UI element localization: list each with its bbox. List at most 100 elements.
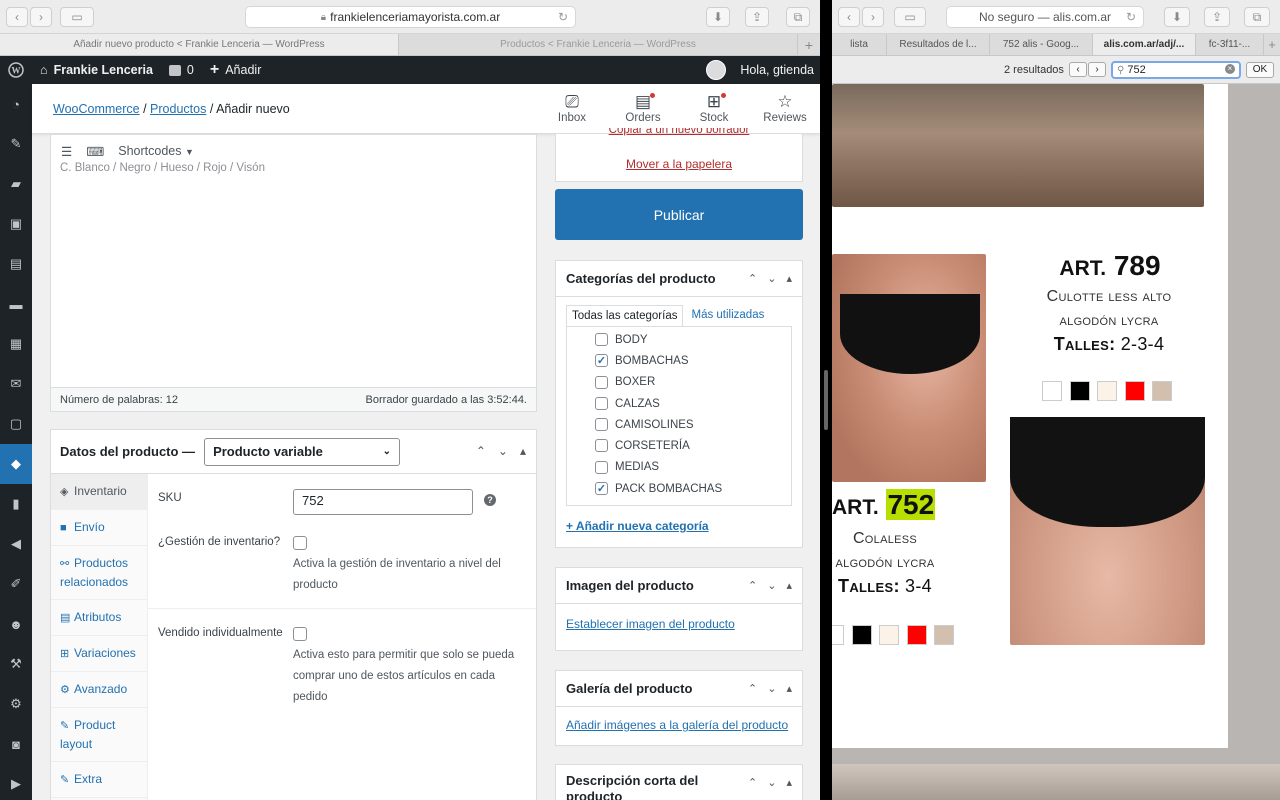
editor-content[interactable]: C. Blanco / Negro / Hueso / Rojo / Visón — [60, 162, 265, 174]
publish-button[interactable]: Publicar — [555, 189, 803, 240]
camera-icon[interactable]: ◙ — [0, 724, 32, 764]
pin-icon[interactable]: ✎ — [0, 124, 32, 164]
breadcrumb-productos[interactable]: Productos — [150, 102, 206, 116]
move-down-icon[interactable]: ⌄ — [498, 444, 508, 458]
tab-add-product[interactable]: Añadir nuevo producto < Frankie Lenceria… — [0, 34, 399, 55]
mail-icon[interactable]: ✉ — [0, 364, 32, 404]
pages-icon[interactable]: ▤ — [0, 244, 32, 284]
site-name-link[interactable]: ⌂ Frankie Lenceria — [32, 56, 161, 84]
breadcrumb-woocommerce[interactable]: WooCommerce — [53, 102, 140, 116]
tab-products[interactable]: Productos < Frankie Lenceria — WordPress — [399, 34, 798, 55]
category-item[interactable]: ✓ PACK BOMBACHAS — [567, 478, 791, 499]
category-checkbox[interactable]: ✓ — [595, 482, 608, 496]
category-checkbox[interactable]: ✓ — [595, 354, 608, 368]
orders-button[interactable]: ▤ Orders — [613, 92, 673, 124]
category-item[interactable]: ✓ BOMBACHAS — [567, 350, 791, 371]
play-icon[interactable]: ▶ — [0, 764, 32, 800]
sidebar-toggle-button[interactable]: ▭ — [894, 7, 926, 27]
back-button[interactable]: ‹ — [6, 7, 28, 27]
reload-icon[interactable]: ↻ — [558, 10, 568, 24]
tab-752-google[interactable]: 752 alis - Goog... — [990, 34, 1093, 55]
tab-variaciones[interactable]: ⊞ Variaciones — [51, 636, 147, 672]
category-item[interactable]: BODY — [567, 329, 791, 350]
trash-link[interactable]: Mover a la papelera — [626, 157, 732, 171]
dashboard-icon[interactable]: ◔ — [0, 84, 32, 124]
forward-button[interactable]: › — [30, 7, 52, 27]
toggle-panel-icon[interactable]: ▴ — [786, 272, 792, 285]
reviews-button[interactable]: ☆ Reviews — [755, 92, 815, 124]
share-button[interactable]: ⇪ — [745, 7, 769, 27]
shortcodes-dropdown[interactable]: Shortcodes ▼ — [118, 144, 194, 158]
move-down-icon[interactable]: ⌄ — [767, 579, 776, 592]
share-button[interactable]: ⇪ — [1204, 7, 1230, 27]
comments-link[interactable]: 0 — [161, 56, 202, 84]
forward-button[interactable]: › — [862, 7, 884, 27]
set-image-link[interactable]: Establecer imagen del producto — [566, 617, 735, 631]
analytics-icon[interactable]: ▮ — [0, 484, 32, 524]
category-checkbox[interactable] — [595, 460, 608, 474]
new-content-link[interactable]: + Añadir — [202, 56, 269, 84]
category-checkbox[interactable] — [595, 439, 608, 453]
tabs-overview-button[interactable]: ⧉ — [786, 7, 810, 27]
add-category-link[interactable]: + Añadir nueva categoría — [566, 519, 709, 533]
stock-button[interactable]: ⊞ Stock — [684, 92, 744, 124]
help-icon[interactable]: ? — [484, 494, 496, 506]
right-address-bar[interactable]: No seguro — alis.com.ar ↻ — [946, 6, 1144, 28]
layout-icon[interactable]: ▦ — [0, 324, 32, 364]
tab-lista[interactable]: lista — [832, 34, 887, 55]
wordpress-logo-icon[interactable]: W — [0, 56, 32, 84]
move-up-icon[interactable]: ⌃ — [476, 444, 486, 458]
appearance-icon[interactable]: ✐ — [0, 564, 32, 604]
new-tab-button[interactable]: + — [798, 34, 820, 55]
tab-product-layout[interactable]: ✎ Product layout — [51, 708, 147, 762]
reload-icon[interactable]: ↻ — [1126, 10, 1136, 24]
sku-input[interactable]: 752 — [293, 489, 473, 515]
account-menu[interactable]: Hola, gtienda — [698, 56, 820, 84]
tab-most-used[interactable]: Más utilizadas — [683, 305, 772, 326]
find-next-button[interactable]: › — [1088, 62, 1106, 77]
downloads-button[interactable]: ⬇ — [1164, 7, 1190, 27]
product-type-select[interactable]: Producto variable ⌄ — [204, 437, 401, 466]
portfolio-icon[interactable]: ▣ — [0, 204, 32, 244]
media-icon[interactable]: ▰ — [0, 164, 32, 204]
tab-fc[interactable]: fc-3f11-... — [1196, 34, 1265, 55]
move-up-icon[interactable]: ⌃ — [748, 682, 757, 695]
settings-icon[interactable]: ⚙ — [0, 684, 32, 724]
tools-icon[interactable]: ⚒ — [0, 644, 32, 684]
clear-icon[interactable]: × — [1225, 64, 1235, 74]
users-icon[interactable]: ☻ — [0, 604, 32, 644]
move-up-icon[interactable]: ⌃ — [748, 272, 757, 285]
new-tab-button[interactable]: + — [1264, 34, 1280, 55]
tab-resultados[interactable]: Resultados de l... — [887, 34, 990, 55]
tab-inventario[interactable]: ◈ Inventario — [51, 474, 147, 510]
move-up-icon[interactable]: ⌃ — [748, 776, 757, 789]
find-input[interactable]: ⚲ 752 × — [1111, 61, 1241, 79]
tab-atributos[interactable]: ▤ Atributos — [51, 600, 147, 636]
category-checkbox[interactable] — [595, 418, 608, 432]
keyboard-icon[interactable]: ⌨ — [86, 144, 104, 159]
left-address-bar[interactable]: 🔒︎ frankielenceriamayorista.com.ar ↻ — [245, 6, 576, 28]
find-previous-button[interactable]: ‹ — [1069, 62, 1087, 77]
marketing-icon[interactable]: ◀ — [0, 524, 32, 564]
products-icon[interactable]: ◆ — [0, 444, 32, 484]
move-up-icon[interactable]: ⌃ — [748, 579, 757, 592]
find-ok-button[interactable]: OK — [1246, 62, 1274, 78]
inbox-button[interactable]: ⎚ Inbox — [542, 92, 602, 124]
toggle-panel-icon[interactable]: ▴ — [520, 444, 526, 458]
sold-individually-checkbox[interactable] — [293, 627, 307, 641]
category-checkbox[interactable] — [595, 375, 608, 389]
toggle-panel-icon[interactable]: ▴ — [786, 579, 792, 592]
tabs-overview-button[interactable]: ⧉ — [1244, 7, 1270, 27]
toggle-panel-icon[interactable]: ▴ — [786, 682, 792, 695]
category-item[interactable]: CALZAS — [567, 393, 791, 414]
tab-avanzado[interactable]: ⚙ Avanzado — [51, 672, 147, 708]
tab-extra[interactable]: ✎ Extra — [51, 762, 147, 798]
tab-envio[interactable]: ■ Envío — [51, 510, 147, 546]
tab-alis-pdf[interactable]: alis.com.ar/adj/... — [1092, 34, 1196, 55]
copy-draft-link[interactable]: Copiar a un nuevo borrador — [609, 128, 750, 136]
category-item[interactable]: MEDIAS — [567, 457, 791, 478]
category-item[interactable]: BOXER — [567, 372, 791, 393]
category-item[interactable]: CAMISOLINES — [567, 414, 791, 435]
category-checkbox[interactable] — [595, 333, 608, 346]
tab-all-categories[interactable]: Todas las categorías — [566, 305, 684, 326]
